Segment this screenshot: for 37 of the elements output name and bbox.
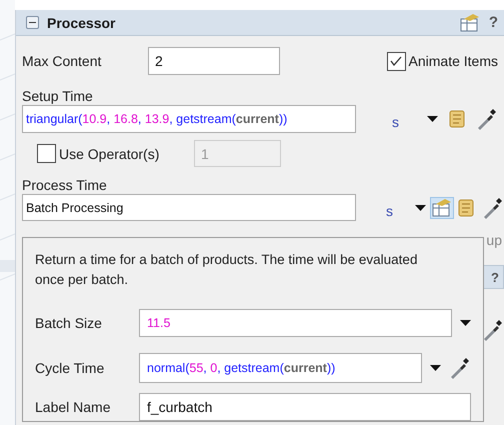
dropdown-caret-icon[interactable]	[427, 116, 438, 122]
checkmark-icon	[390, 56, 402, 66]
eyedropper-icon[interactable]	[482, 196, 502, 218]
checkbox-label: Use Operator(s)	[59, 146, 160, 162]
field-label: Batch Size	[35, 315, 103, 331]
eyedropper-icon[interactable]	[482, 319, 502, 341]
eyedropper-icon[interactable]	[449, 357, 469, 379]
dropdown-caret-icon[interactable]	[430, 365, 441, 371]
help-icon[interactable]: ?	[488, 14, 498, 31]
table-edit-icon[interactable]	[458, 12, 481, 32]
unit-label: s	[392, 114, 399, 130]
checkbox-label: Animate Items	[408, 53, 498, 69]
panel-title: Processor	[47, 14, 116, 30]
popup-description: Return a time for a batch of products. The time will be evaluated once per batch.	[35, 251, 418, 289]
scroll-icon[interactable]	[447, 109, 467, 129]
help-icon[interactable]: ?	[491, 270, 499, 284]
checkbox[interactable]	[386, 52, 406, 70]
popup-field[interactable]: f_curbatch	[139, 393, 471, 421]
popup-field[interactable]: 11.5	[139, 309, 452, 337]
checkbox[interactable]	[37, 144, 56, 163]
field-label: Process Time	[22, 177, 108, 193]
field-label: Label Name	[35, 399, 112, 415]
table-edit-icon[interactable]	[431, 198, 453, 218]
scroll-icon[interactable]	[456, 198, 476, 218]
popup-field[interactable]: normal(55, 0, getstream(current))	[139, 353, 422, 383]
field-label: Setup Time	[22, 88, 94, 104]
field-label: Cycle Time	[35, 360, 106, 376]
eyedropper-icon[interactable]	[476, 108, 496, 130]
field-label: Max Content	[22, 53, 102, 69]
setup-time-field[interactable]: triangular(10.9, 16.8, 13.9, getstream(current))	[22, 105, 356, 133]
process-time-field[interactable]: Batch Processing	[22, 194, 356, 221]
unit-label: s	[386, 202, 393, 218]
dropdown-caret-icon[interactable]	[460, 320, 471, 326]
collapse-toggle[interactable]	[26, 16, 39, 29]
max-content-field[interactable]: 2	[148, 47, 280, 75]
dropdown-caret-icon[interactable]	[415, 204, 426, 210]
partial-label: up	[486, 232, 502, 248]
